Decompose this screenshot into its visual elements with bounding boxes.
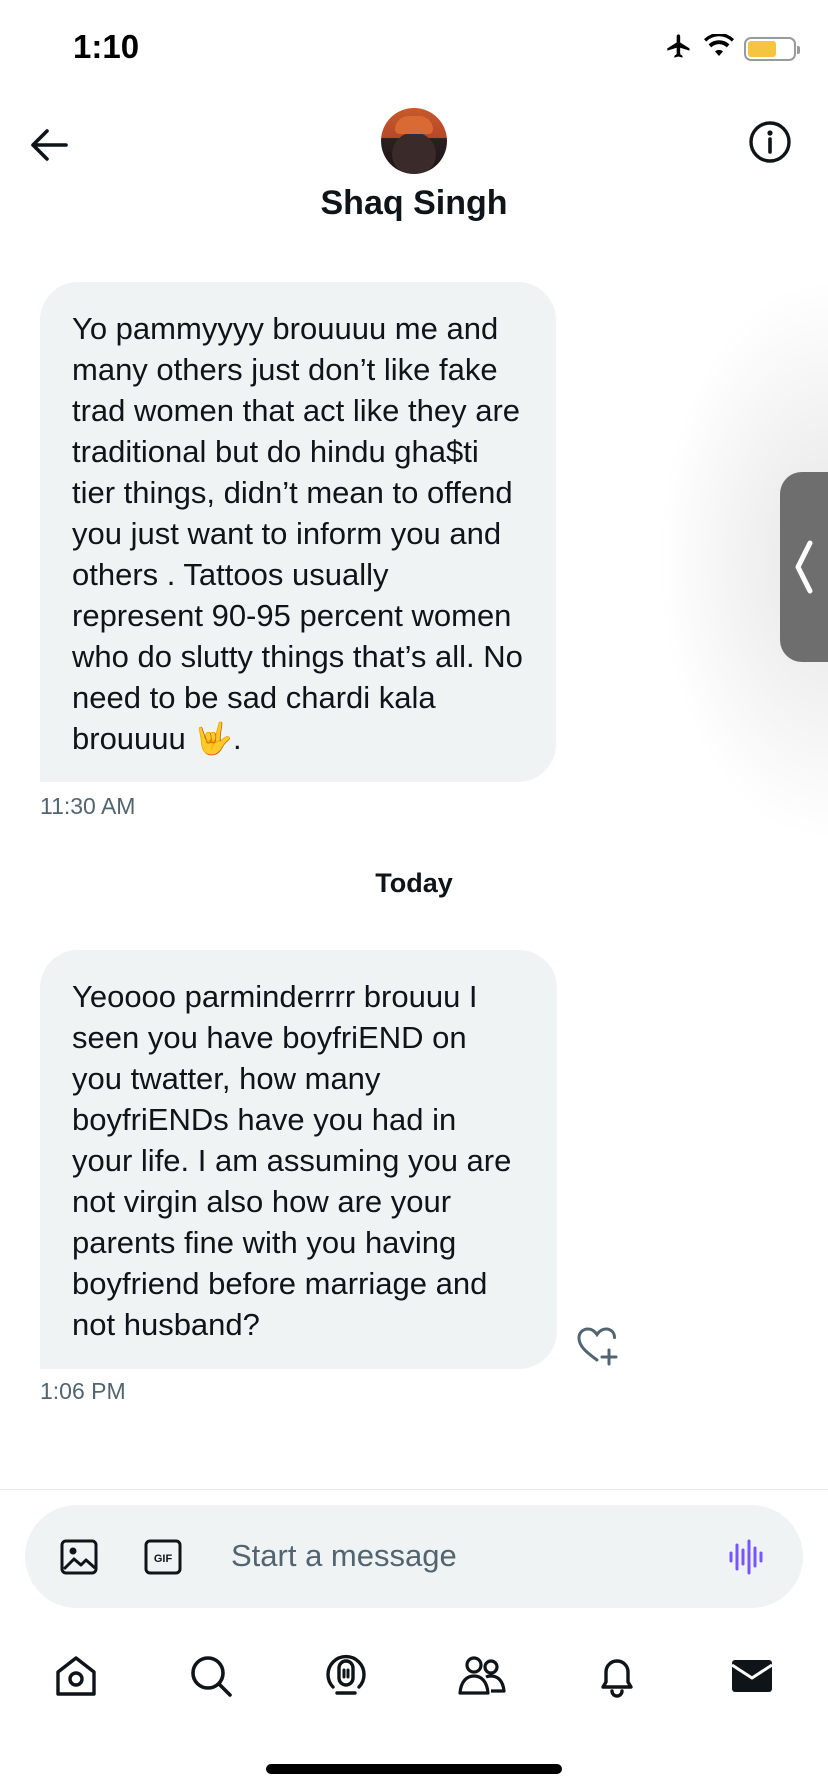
chevron-left-icon: [795, 540, 813, 594]
bottom-navigation: [0, 1636, 828, 1716]
voice-message-button[interactable]: [727, 1537, 767, 1577]
communities-icon: [458, 1656, 506, 1695]
arrow-left-icon: [31, 129, 68, 161]
airplane-mode-icon: [664, 32, 694, 65]
conversation-header: Shaq Singh: [0, 100, 828, 240]
nav-spaces[interactable]: [316, 1646, 376, 1706]
status-icons: [664, 32, 800, 65]
search-icon: [191, 1656, 232, 1697]
side-drawer-handle[interactable]: [780, 472, 828, 662]
nav-communities[interactable]: [452, 1646, 512, 1706]
home-indicator[interactable]: [266, 1764, 562, 1774]
home-icon: [55, 1656, 96, 1696]
status-time: 1:10: [73, 28, 140, 65]
spaces-icon: [326, 1654, 367, 1695]
dm-conversation-screen: 1:10 Shaq Singh Yo pammyyyy brouuuu me a…: [0, 0, 828, 1792]
nav-search[interactable]: [181, 1646, 241, 1706]
notifications-icon: [601, 1659, 633, 1698]
info-icon: [749, 121, 791, 163]
day-separator: Today: [375, 868, 453, 898]
voice-wave-icon: [729, 1539, 763, 1575]
message-bubble[interactable]: Yo pammyyyy brouuuu me and many others j…: [40, 282, 556, 782]
message-input[interactable]: [231, 1527, 711, 1585]
gif-icon: GIF: [144, 1539, 182, 1575]
info-button[interactable]: [746, 118, 794, 166]
messages-icon: [731, 1660, 774, 1692]
wifi-icon: [704, 33, 734, 63]
composer-divider: [0, 1489, 828, 1490]
conversation-title[interactable]: Shaq Singh: [0, 184, 828, 223]
heart-plus-icon: [577, 1327, 618, 1366]
nav-notifications[interactable]: [587, 1646, 647, 1706]
battery-icon: [744, 36, 800, 61]
avatar[interactable]: [381, 108, 447, 174]
add-photo-button[interactable]: [59, 1537, 99, 1577]
image-icon: [60, 1539, 98, 1575]
svg-text:GIF: GIF: [154, 1553, 173, 1565]
nav-home[interactable]: [46, 1646, 106, 1706]
message-timestamp: 11:30 AM: [40, 793, 136, 819]
message-timestamp: 1:06 PM: [40, 1378, 126, 1404]
nav-messages[interactable]: [722, 1646, 782, 1706]
message-composer: GIF: [25, 1505, 803, 1608]
back-button[interactable]: [26, 122, 72, 168]
add-gif-button[interactable]: GIF: [143, 1537, 183, 1577]
message-bubble[interactable]: Yeoooo parminderrrr brouuu I seen you ha…: [40, 950, 557, 1369]
status-bar: 1:10: [0, 0, 828, 100]
add-reaction-button[interactable]: [576, 1326, 620, 1366]
